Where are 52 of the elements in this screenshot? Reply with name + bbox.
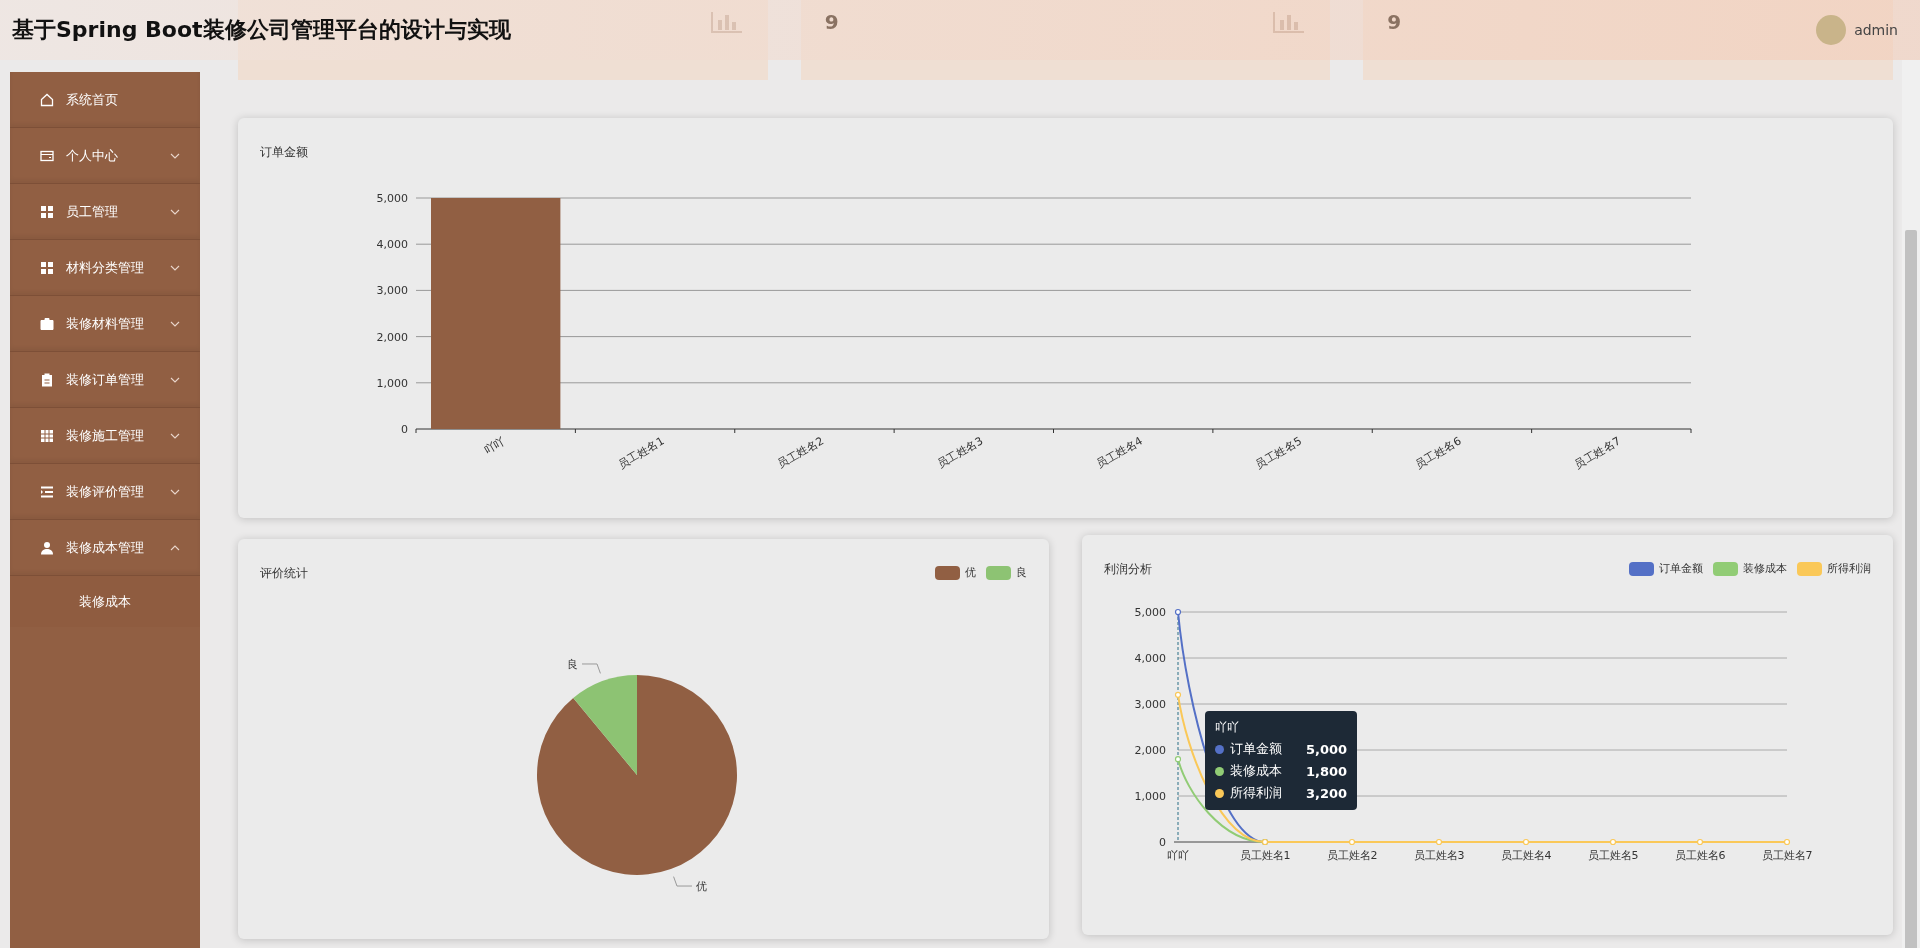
axis-label: 0: [1159, 836, 1166, 849]
chart-title: 利润分析: [1104, 561, 1152, 578]
menu-label: 装修评价管理: [66, 482, 145, 501]
series-value: 5,000: [1306, 741, 1348, 757]
axis-label: 0: [401, 423, 408, 436]
axis-label: 员工姓名3: [1413, 849, 1465, 862]
axis-label: 员工姓名7: [1572, 434, 1623, 472]
axis-label: 员工姓名6: [1412, 434, 1464, 472]
chart-title: 评价统计: [260, 565, 308, 582]
axis-label: 员工姓名7: [1761, 849, 1813, 862]
axis-label: 4,000: [1134, 652, 1166, 665]
menu-label: 装修施工管理: [66, 426, 145, 445]
stat-value: 9: [1387, 10, 1402, 34]
series-value: 1,800: [1306, 763, 1348, 779]
axis-label: 3,000: [376, 284, 408, 298]
axis-label: 员工姓名2: [1326, 849, 1378, 862]
axis-label: 员工姓名5: [1587, 849, 1639, 862]
axis-label: 1,000: [1134, 790, 1166, 803]
axis-label: 5,000: [376, 192, 408, 205]
menu-label: 装修订单管理: [66, 370, 145, 389]
axis-label: 3,000: [1134, 698, 1166, 711]
menu-label: 材料分类管理: [66, 258, 145, 277]
tooltip-title: 吖吖: [1215, 719, 1240, 736]
axis-label: 员工姓名6: [1674, 849, 1726, 862]
axis-label: 员工姓名4: [1500, 849, 1552, 862]
menu-label: 员工管理: [66, 202, 119, 221]
axis-label: 2,000: [376, 330, 408, 344]
series-name: 装修成本: [1230, 762, 1282, 780]
menu-label: 装修材料管理: [66, 314, 145, 333]
axis-label: 2,000: [1134, 744, 1166, 757]
chart-title: 订单金额: [260, 144, 308, 161]
axis-label: 员工姓名1: [615, 434, 667, 472]
menu-label: 系统首页: [66, 90, 119, 109]
menu-label: 个人中心: [66, 146, 119, 165]
axis-label: 员工姓名4: [1094, 434, 1145, 472]
app-title: 基于Spring Boot装修公司管理平台的设计与实现: [12, 16, 511, 44]
axis-label: 员工姓名2: [775, 434, 826, 472]
slice-label: 优: [695, 880, 707, 893]
axis-label: 5,000: [1134, 606, 1166, 619]
axis-label: 吖吖: [1167, 849, 1189, 862]
axis-label: 1,000: [376, 376, 408, 390]
slice-label: 良: [567, 658, 579, 671]
axis-label: 员工姓名5: [1253, 434, 1305, 472]
axis-label: 员工姓名3: [934, 434, 986, 472]
series-name: 订单金额: [1230, 740, 1282, 758]
axis-label: 吖吖: [481, 434, 508, 457]
series-name: 所得利润: [1230, 784, 1282, 802]
axis-label: 4,000: [376, 238, 408, 252]
series-value: 3,200: [1306, 785, 1348, 801]
axis-label: 员工姓名1: [1239, 849, 1291, 862]
stat-value: 9: [824, 10, 839, 34]
menu-label: 装修成本管理: [66, 538, 145, 557]
